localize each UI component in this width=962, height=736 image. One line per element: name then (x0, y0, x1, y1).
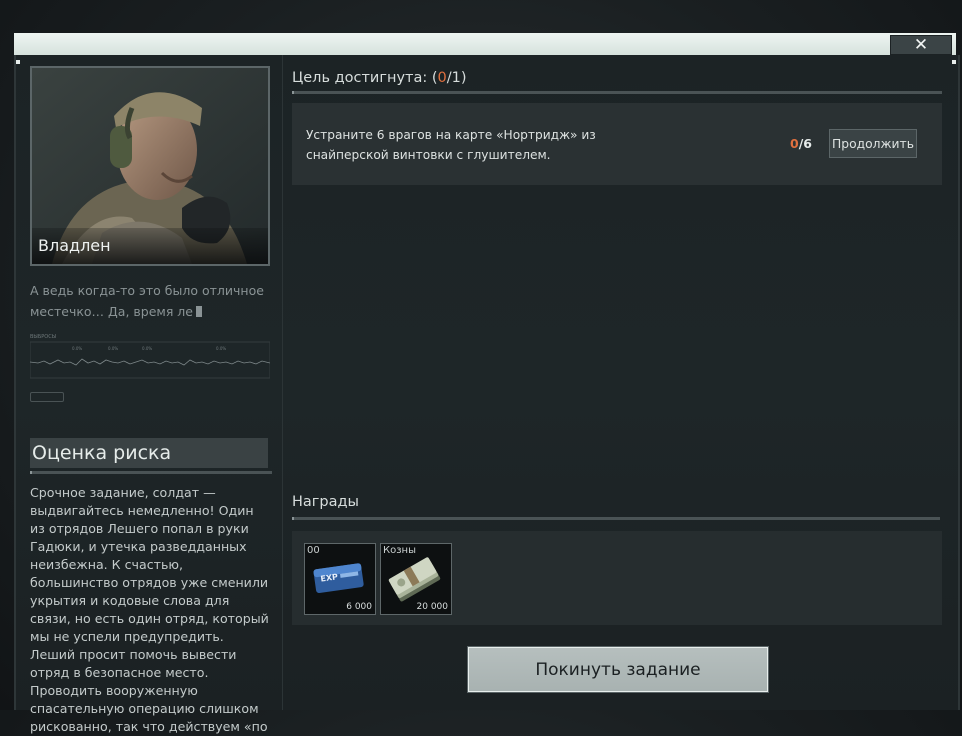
leave-quest-button[interactable]: Покинуть задание (467, 646, 769, 693)
reward-label: Козны (383, 545, 416, 556)
objective-progress: 0/6 (790, 136, 812, 151)
corner-marker (16, 60, 20, 64)
reward-item-cash[interactable]: Козны 20 000 (380, 543, 452, 615)
waveform-label: 0.0% (216, 346, 226, 351)
waveform-label: 0.0% (72, 346, 82, 351)
typing-cursor (196, 306, 202, 317)
rewards-list: EXP 00 6 000 Козны 20 000 (292, 531, 942, 625)
objective-progress-target: /6 (798, 136, 812, 151)
objectives-title-suffix: ) (460, 70, 467, 86)
waveform-graphic: ВЫБРОСЫ 0.0% 0.0% 0.0% 0.0% (29, 334, 271, 379)
window-titlebar: ✕ (14, 33, 956, 56)
objective-progress-current: 0 (790, 136, 799, 151)
column-divider (282, 55, 283, 710)
close-button[interactable]: ✕ (890, 35, 952, 55)
trader-quote-text: А ведь когда-то это было отличное местеч… (30, 283, 264, 319)
trader-column: Владлен А ведь когда-то это было отлично… (29, 66, 272, 736)
objectives-title-prefix: Цель достигнута: ( (292, 70, 438, 86)
voice-waveform: ВЫБРОСЫ 0.0% 0.0% 0.0% 0.0% (29, 332, 271, 380)
rewards-divider (292, 517, 940, 520)
objectives-done-count: 0 (437, 70, 447, 86)
reward-amount: 20 000 (416, 602, 449, 612)
reward-item-exp[interactable]: EXP 00 6 000 (304, 543, 376, 615)
objectives-title: Цель достигнута: (0/1) (292, 70, 467, 86)
waveform-label: 0.0% (108, 346, 118, 351)
risk-section-title: Оценка риска (30, 438, 268, 468)
trader-name-bar: Владлен (32, 228, 268, 264)
trader-name: Владлен (38, 236, 111, 255)
close-x-icon: ✕ (913, 34, 929, 55)
risk-description: Срочное задание, солдат — выдвигайтесь н… (30, 485, 269, 734)
waveform-label: 0.0% (142, 346, 152, 351)
continue-button[interactable]: Продолжить (829, 129, 917, 158)
rewards-title: Награды (292, 494, 359, 510)
objective-item: Устраните 6 врагов на карте «Нортридж» и… (292, 103, 942, 185)
objective-description: Устраните 6 врагов на карте «Нортридж» и… (306, 128, 596, 162)
waveform-label: ВЫБРОСЫ (30, 334, 56, 340)
reward-label: 00 (307, 545, 320, 556)
objectives-divider (292, 91, 942, 94)
status-tag (30, 392, 64, 402)
reward-amount: 6 000 (346, 602, 372, 612)
risk-title-text: Оценка риска (32, 442, 172, 464)
objectives-total-count: 1 (451, 70, 461, 86)
quest-panel: Владлен А ведь когда-то это было отлично… (14, 55, 960, 734)
corner-marker (952, 60, 956, 64)
risk-divider (30, 471, 272, 474)
trader-portrait: Владлен (30, 66, 270, 266)
trader-quote: А ведь когда-то это было отличное местеч… (30, 280, 265, 322)
